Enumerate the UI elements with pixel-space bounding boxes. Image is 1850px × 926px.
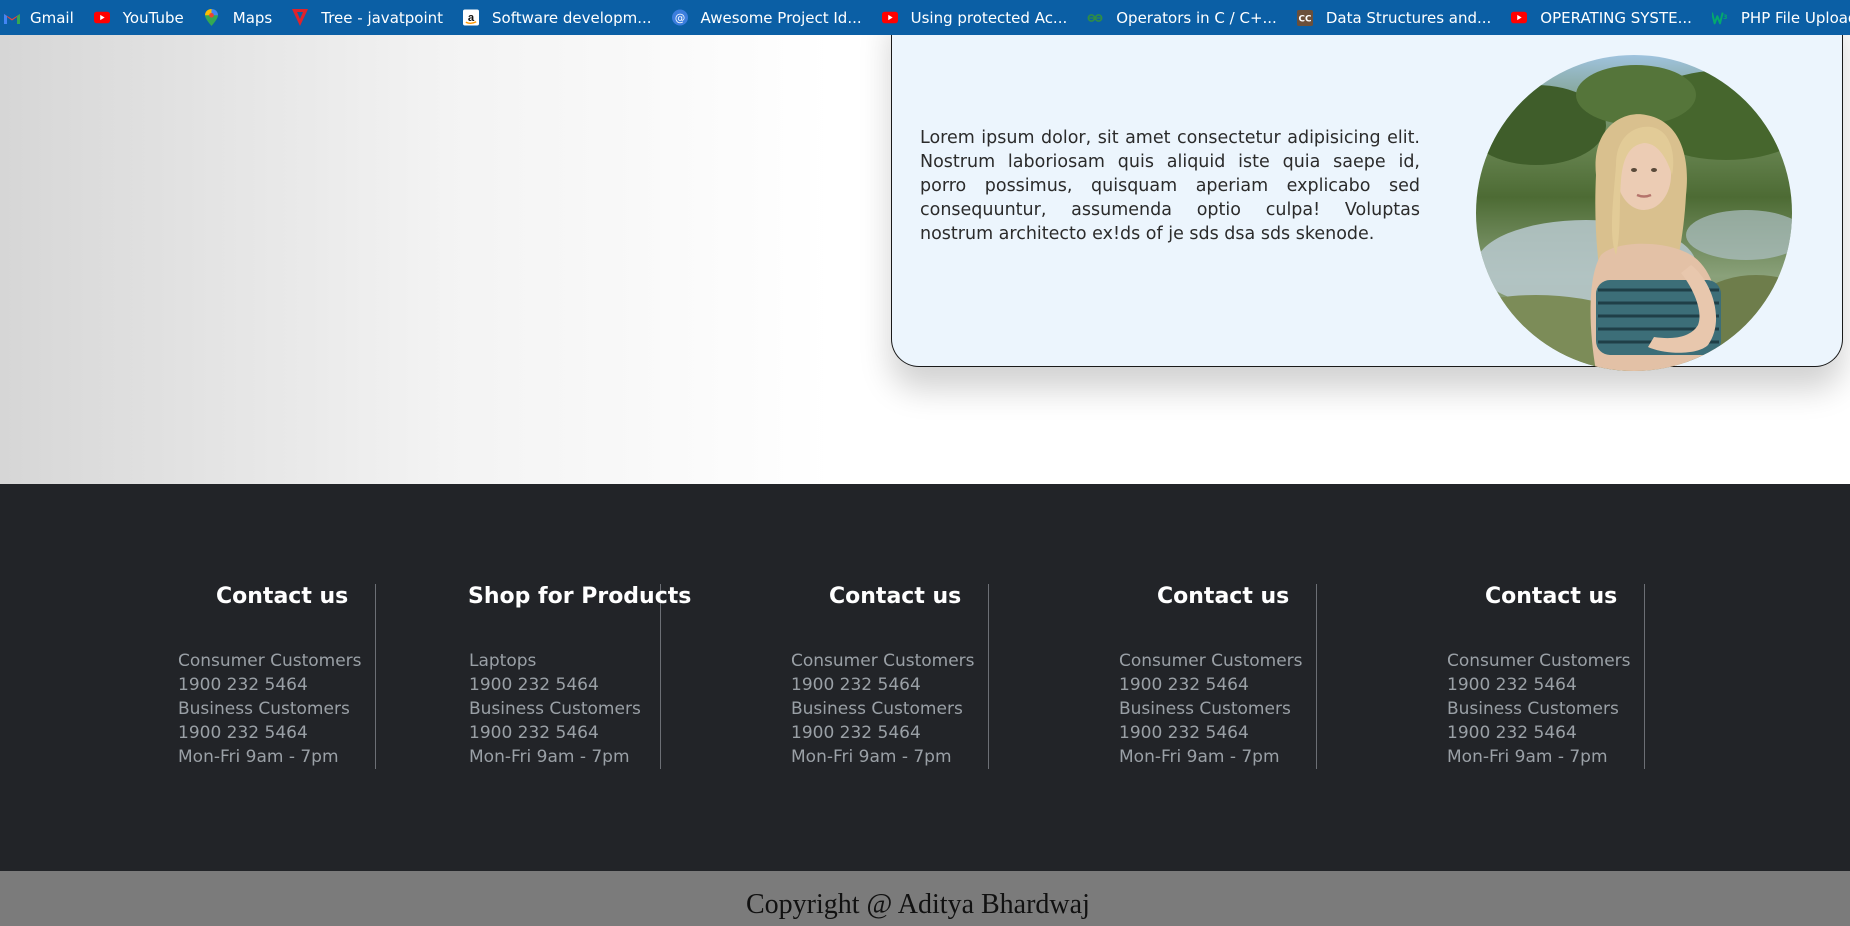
footer-line: Mon-Fri 9am - 7pm <box>1447 747 1608 767</box>
footer-line: Consumer Customers <box>791 651 975 671</box>
footer-line: Business Customers <box>469 699 641 719</box>
bookmark-operating-system[interactable]: OPERATING SYSTE... <box>1511 9 1692 27</box>
bookmark-label: Tree - javatpoint <box>321 8 444 27</box>
w3schools-icon: 3 <box>1711 10 1728 26</box>
bookmark-label: Software developm... <box>492 8 652 27</box>
bookmarks-bar: Gmail YouTube Maps Tree - javatpoint a S… <box>0 0 1850 35</box>
footer-line: 1900 232 5464 <box>469 675 599 695</box>
footer-line: 1900 232 5464 <box>1119 723 1249 743</box>
bookmark-javatpoint[interactable]: Tree - javatpoint <box>292 9 443 27</box>
youtube-icon <box>881 10 898 26</box>
footer-column-lines: Consumer Customers 1900 232 5464 Busines… <box>1447 649 1631 769</box>
footer-line: Mon-Fri 9am - 7pm <box>1119 747 1280 767</box>
footer-column-contact-3: Contact us Consumer Customers 1900 232 5… <box>989 584 1317 769</box>
svg-text:3: 3 <box>1723 13 1727 20</box>
footer-line: 1900 232 5464 <box>178 723 308 743</box>
bookmark-label: Data Structures and... <box>1325 8 1492 27</box>
svg-text:a: a <box>468 12 475 24</box>
bookmark-gmail[interactable]: Gmail <box>4 9 74 27</box>
at-sign-icon: @ <box>671 9 688 26</box>
bookmark-using-protected[interactable]: Using protected Ac... <box>881 8 1068 27</box>
bookmark-label: YouTube <box>122 8 184 27</box>
footer-column-title: Contact us <box>1485 584 1618 609</box>
bookmark-label: PHP File Upload <box>1740 8 1850 27</box>
footer-line: Laptops <box>469 651 537 671</box>
bookmark-operators-c[interactable]: Operators in C / C+... <box>1087 9 1277 27</box>
copyright-bar: Copyright @ Aditya Bhardwaj <box>0 871 1850 926</box>
footer-column-contact-2: Contact us Consumer Customers 1900 232 5… <box>661 584 989 769</box>
copyright-text: Copyright @ Aditya Bhardwaj <box>746 889 1090 920</box>
svg-text:@: @ <box>674 12 684 24</box>
footer-line: 1900 232 5464 <box>791 675 921 695</box>
bookmark-label: Awesome Project Id... <box>700 8 862 27</box>
footer-line: 1900 232 5464 <box>1119 675 1249 695</box>
testimonial-card: Lorem ipsum dolor, sit amet consectetur … <box>891 35 1843 371</box>
bookmark-label: OPERATING SYSTE... <box>1540 8 1692 27</box>
bookmark-label: Gmail <box>30 8 74 27</box>
footer-column-lines: Consumer Customers 1900 232 5464 Busines… <box>178 649 362 769</box>
footer-column-contact-4: Contact us Consumer Customers 1900 232 5… <box>1317 584 1645 769</box>
footer-line: 1900 232 5464 <box>178 675 308 695</box>
footer-column-lines: Laptops 1900 232 5464 Business Customers… <box>469 649 641 769</box>
footer-column-lines: Consumer Customers 1900 232 5464 Busines… <box>1119 649 1303 769</box>
bookmark-youtube[interactable]: YouTube <box>93 8 184 27</box>
bookmark-label: Maps <box>232 8 273 27</box>
codechef-icon: CC <box>1296 9 1313 26</box>
card-description: Lorem ipsum dolor, sit amet consectetur … <box>920 128 1420 244</box>
footer-line: Consumer Customers <box>178 651 362 671</box>
bookmark-software-development[interactable]: a Software developm... <box>463 9 652 27</box>
site-footer: Contact us Consumer Customers 1900 232 5… <box>0 484 1850 871</box>
footer-line: 1900 232 5464 <box>469 723 599 743</box>
maps-icon <box>204 9 220 26</box>
footer-column-title: Contact us <box>216 584 349 609</box>
bookmark-php-file-upload[interactable]: 3 PHP File Upload <box>1711 8 1850 27</box>
footer-line: Consumer Customers <box>1119 651 1303 671</box>
footer-line: 1900 232 5464 <box>791 723 921 743</box>
svg-text:CC: CC <box>1298 14 1311 24</box>
footer-line: 1900 232 5464 <box>1447 675 1577 695</box>
youtube-icon <box>93 10 110 26</box>
footer-column-shop: Shop for Products Laptops 1900 232 5464 … <box>376 584 691 769</box>
youtube-icon <box>1511 10 1528 26</box>
amazon-icon: a <box>463 9 480 26</box>
javatpoint-icon <box>292 9 309 26</box>
footer-line: Mon-Fri 9am - 7pm <box>791 747 952 767</box>
footer-line: Mon-Fri 9am - 7pm <box>178 747 339 767</box>
footer-line: 1900 232 5464 <box>1447 723 1577 743</box>
footer-line: Business Customers <box>1447 699 1619 719</box>
bookmark-maps[interactable]: Maps <box>204 9 272 27</box>
footer-column-title: Contact us <box>1157 584 1290 609</box>
footer-column-contact-1: Contact us Consumer Customers 1900 232 5… <box>0 584 376 769</box>
bookmark-data-structures[interactable]: CC Data Structures and... <box>1296 8 1492 27</box>
bookmark-label: Operators in C / C+... <box>1116 8 1277 27</box>
footer-line: Business Customers <box>178 699 350 719</box>
bookmark-awesome-project[interactable]: @ Awesome Project Id... <box>671 8 862 27</box>
footer-line: Mon-Fri 9am - 7pm <box>469 747 630 767</box>
footer-column-title: Contact us <box>829 584 962 609</box>
footer-column-title: Shop for Products <box>468 584 692 609</box>
geeksforgeeks-icon <box>1087 10 1103 26</box>
gmail-icon <box>4 10 20 26</box>
footer-column-lines: Consumer Customers 1900 232 5464 Busines… <box>791 649 975 769</box>
footer-line: Business Customers <box>1119 699 1291 719</box>
footer-line: Consumer Customers <box>1447 651 1631 671</box>
bookmark-label: Using protected Ac... <box>910 8 1068 27</box>
footer-line: Business Customers <box>791 699 963 719</box>
profile-photo <box>1476 55 1792 371</box>
hero-section: Lorem ipsum dolor, sit amet consectetur … <box>0 35 1850 484</box>
